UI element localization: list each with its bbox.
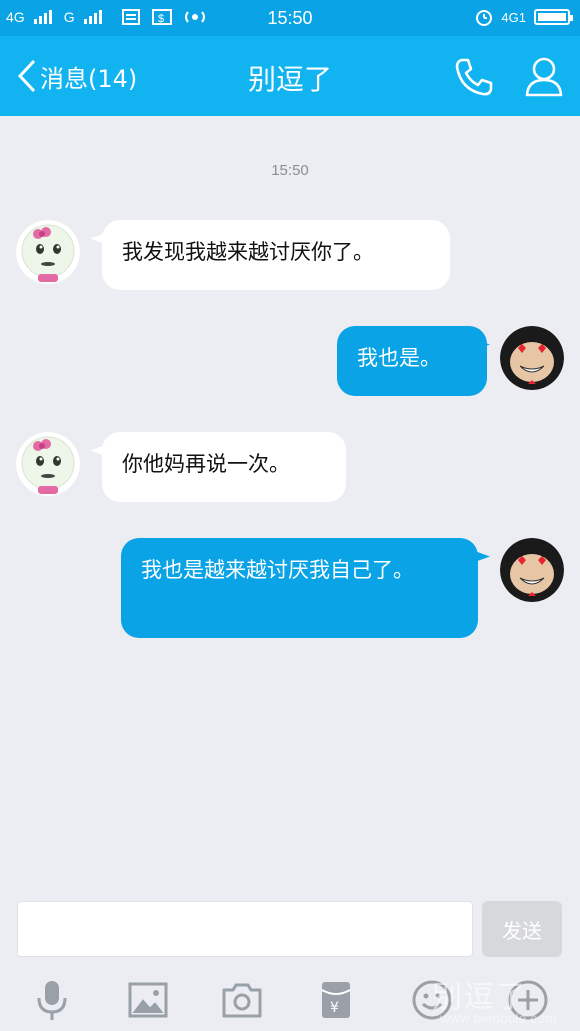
status-right: 4G1 [475,8,573,26]
red-packet-button[interactable]: ¥ [314,978,358,1022]
alarm-icon [476,10,493,26]
bubble-tail [476,546,490,562]
voice-button[interactable] [30,978,74,1022]
outgoing-message[interactable]: 我也是。 [337,326,487,396]
contact-avatar[interactable] [16,432,80,496]
monkey-avatar-icon [500,326,564,390]
battery-icon [534,9,573,25]
chat-header: 消息(14) 别逗了 [0,36,580,116]
call-button[interactable] [452,56,494,98]
composer-bar: 发送 ¥ 别逗了 www.biedoule.com [0,884,580,1031]
photo-button[interactable] [126,978,170,1022]
emoji-button[interactable] [410,978,454,1022]
my-avatar[interactable] [500,326,564,390]
composer-toolbar: ¥ [0,972,580,1028]
incoming-message[interactable]: 我发现我越来越讨厌你了。 [102,220,450,290]
red-packet-icon: ¥ [321,982,351,1018]
message-timestamp: 15:50 [271,162,309,179]
camera-icon [222,983,262,1018]
plus-icon [508,980,548,1020]
camera-button[interactable] [220,978,264,1022]
girl-avatar-icon [16,220,80,284]
image-icon [128,982,168,1018]
message-input[interactable] [17,901,473,957]
chevron-left-icon [17,59,36,93]
my-avatar[interactable] [500,538,564,602]
microphone-icon [37,981,67,1020]
person-icon [525,57,563,97]
girl-avatar-icon [16,432,80,496]
monkey-avatar-icon [500,538,564,602]
status-bar: 4G G $ 15:50 4G1 [0,0,580,36]
send-button[interactable]: 发送 [482,901,562,957]
emoji-icon [412,980,452,1020]
back-label: 消息(14) [40,64,138,93]
phone-icon [455,58,493,96]
profile-button[interactable] [524,56,564,98]
more-button[interactable] [506,978,550,1022]
incoming-message[interactable]: 你他妈再说一次。 [102,432,346,502]
outgoing-message[interactable]: 我也是越来越讨厌我自己了。 [121,538,478,638]
network-label-right: 4G1 [501,9,526,25]
back-button[interactable]: 消息(14) [16,56,137,96]
contact-avatar[interactable] [16,220,80,284]
svg-text:¥: ¥ [330,1000,339,1016]
